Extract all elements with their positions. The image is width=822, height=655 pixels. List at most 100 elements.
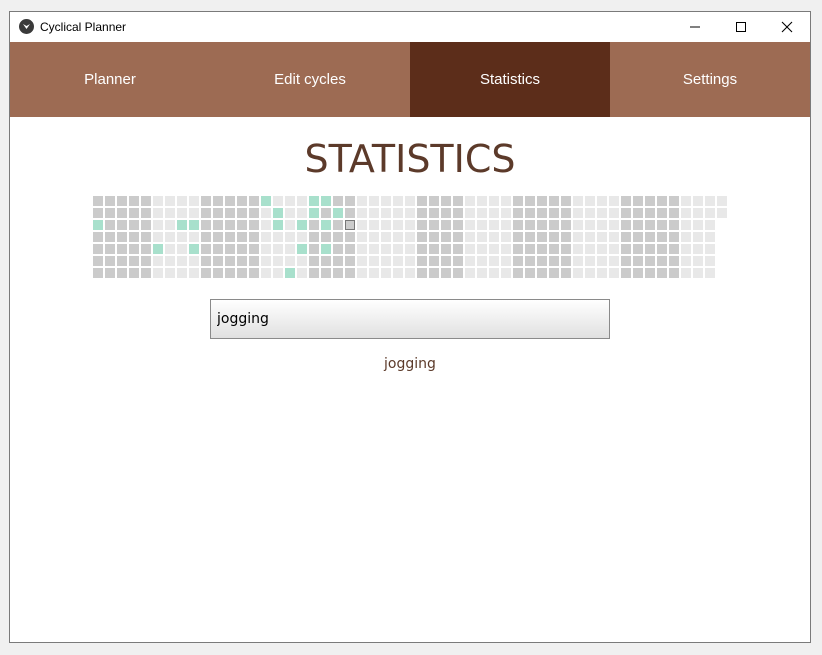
- calendar-day-cell[interactable]: [381, 268, 391, 278]
- calendar-day-cell[interactable]: [165, 244, 175, 254]
- calendar-day-cell[interactable]: [297, 208, 307, 218]
- calendar-day-cell[interactable]: [645, 256, 655, 266]
- calendar-day-cell[interactable]: [657, 256, 667, 266]
- calendar-day-cell[interactable]: [681, 256, 691, 266]
- calendar-day-cell[interactable]: [489, 196, 499, 206]
- calendar-day-cell[interactable]: [705, 232, 715, 242]
- calendar-day-cell[interactable]: [129, 196, 139, 206]
- calendar-day-cell[interactable]: [585, 196, 595, 206]
- calendar-day-cell[interactable]: [273, 256, 283, 266]
- calendar-day-cell[interactable]: [585, 220, 595, 230]
- calendar-day-cell[interactable]: [597, 196, 607, 206]
- calendar-day-cell[interactable]: [645, 232, 655, 242]
- calendar-day-cell[interactable]: [93, 268, 103, 278]
- calendar-day-cell[interactable]: [501, 196, 511, 206]
- calendar-day-cell[interactable]: [513, 208, 523, 218]
- calendar-day-cell[interactable]: [585, 256, 595, 266]
- calendar-day-cell[interactable]: [309, 196, 319, 206]
- calendar-day-cell[interactable]: [333, 232, 343, 242]
- calendar-day-cell[interactable]: [489, 256, 499, 266]
- calendar-day-cell[interactable]: [681, 208, 691, 218]
- calendar-day-cell[interactable]: [657, 196, 667, 206]
- calendar-day-cell[interactable]: [309, 244, 319, 254]
- cycle-name-input[interactable]: [210, 299, 610, 339]
- calendar-day-cell[interactable]: [453, 208, 463, 218]
- calendar-day-cell[interactable]: [177, 244, 187, 254]
- calendar-day-cell[interactable]: [549, 196, 559, 206]
- calendar-day-cell[interactable]: [561, 208, 571, 218]
- calendar-day-cell[interactable]: [357, 244, 367, 254]
- calendar-day-cell[interactable]: [549, 268, 559, 278]
- calendar-day-cell[interactable]: [285, 220, 295, 230]
- calendar-day-cell[interactable]: [177, 196, 187, 206]
- calendar-day-cell[interactable]: [525, 196, 535, 206]
- calendar-day-cell[interactable]: [213, 208, 223, 218]
- calendar-day-cell[interactable]: [633, 244, 643, 254]
- calendar-day-cell[interactable]: [417, 232, 427, 242]
- calendar-day-cell[interactable]: [165, 220, 175, 230]
- calendar-day-cell[interactable]: [465, 244, 475, 254]
- calendar-day-cell[interactable]: [417, 220, 427, 230]
- calendar-day-cell[interactable]: [189, 244, 199, 254]
- calendar-day-cell[interactable]: [321, 232, 331, 242]
- calendar-day-cell[interactable]: [177, 208, 187, 218]
- calendar-day-cell[interactable]: [225, 268, 235, 278]
- calendar-day-cell[interactable]: [357, 268, 367, 278]
- calendar-day-cell[interactable]: [201, 256, 211, 266]
- calendar-day-cell[interactable]: [213, 268, 223, 278]
- calendar-day-cell[interactable]: [93, 220, 103, 230]
- calendar-day-cell[interactable]: [201, 196, 211, 206]
- calendar-day-cell[interactable]: [345, 232, 355, 242]
- tab-edit-cycles[interactable]: Edit cycles: [210, 42, 410, 117]
- calendar-day-cell[interactable]: [645, 196, 655, 206]
- calendar-day-cell[interactable]: [453, 244, 463, 254]
- calendar-day-cell[interactable]: [525, 244, 535, 254]
- calendar-day-cell[interactable]: [597, 268, 607, 278]
- calendar-day-cell[interactable]: [177, 220, 187, 230]
- calendar-day-cell[interactable]: [177, 232, 187, 242]
- calendar-day-cell[interactable]: [669, 208, 679, 218]
- calendar-day-cell[interactable]: [597, 244, 607, 254]
- calendar-day-cell[interactable]: [129, 244, 139, 254]
- calendar-day-cell[interactable]: [417, 268, 427, 278]
- calendar-day-cell[interactable]: [621, 220, 631, 230]
- calendar-day-cell[interactable]: [525, 208, 535, 218]
- calendar-day-cell[interactable]: [573, 268, 583, 278]
- calendar-day-cell[interactable]: [669, 268, 679, 278]
- calendar-day-cell[interactable]: [117, 232, 127, 242]
- calendar-day-cell[interactable]: [189, 232, 199, 242]
- calendar-day-cell[interactable]: [105, 208, 115, 218]
- calendar-day-cell[interactable]: [609, 208, 619, 218]
- calendar-day-cell[interactable]: [561, 244, 571, 254]
- calendar-day-cell[interactable]: [549, 208, 559, 218]
- calendar-day-cell[interactable]: [585, 244, 595, 254]
- calendar-day-cell[interactable]: [441, 256, 451, 266]
- calendar-day-cell[interactable]: [693, 244, 703, 254]
- calendar-day-cell[interactable]: [381, 232, 391, 242]
- calendar-day-cell[interactable]: [141, 268, 151, 278]
- calendar-day-cell[interactable]: [237, 244, 247, 254]
- calendar-day-cell[interactable]: [141, 244, 151, 254]
- calendar-day-cell[interactable]: [105, 220, 115, 230]
- calendar-day-cell[interactable]: [225, 208, 235, 218]
- calendar-day-cell[interactable]: [537, 244, 547, 254]
- calendar-day-cell[interactable]: [465, 220, 475, 230]
- calendar-day-cell[interactable]: [717, 196, 727, 206]
- calendar-day-cell[interactable]: [309, 232, 319, 242]
- calendar-day-cell[interactable]: [417, 196, 427, 206]
- calendar-day-cell[interactable]: [537, 208, 547, 218]
- calendar-day-cell[interactable]: [513, 268, 523, 278]
- calendar-day-cell[interactable]: [429, 220, 439, 230]
- calendar-day-cell[interactable]: [549, 244, 559, 254]
- calendar-day-cell[interactable]: [405, 244, 415, 254]
- calendar-day-cell[interactable]: [657, 232, 667, 242]
- calendar-day-cell[interactable]: [441, 268, 451, 278]
- calendar-day-cell[interactable]: [261, 220, 271, 230]
- calendar-day-cell[interactable]: [441, 232, 451, 242]
- calendar-day-cell[interactable]: [489, 268, 499, 278]
- calendar-day-cell[interactable]: [657, 244, 667, 254]
- calendar-day-cell[interactable]: [669, 244, 679, 254]
- calendar-day-cell[interactable]: [261, 268, 271, 278]
- calendar-day-cell[interactable]: [645, 268, 655, 278]
- calendar-day-cell[interactable]: [249, 220, 259, 230]
